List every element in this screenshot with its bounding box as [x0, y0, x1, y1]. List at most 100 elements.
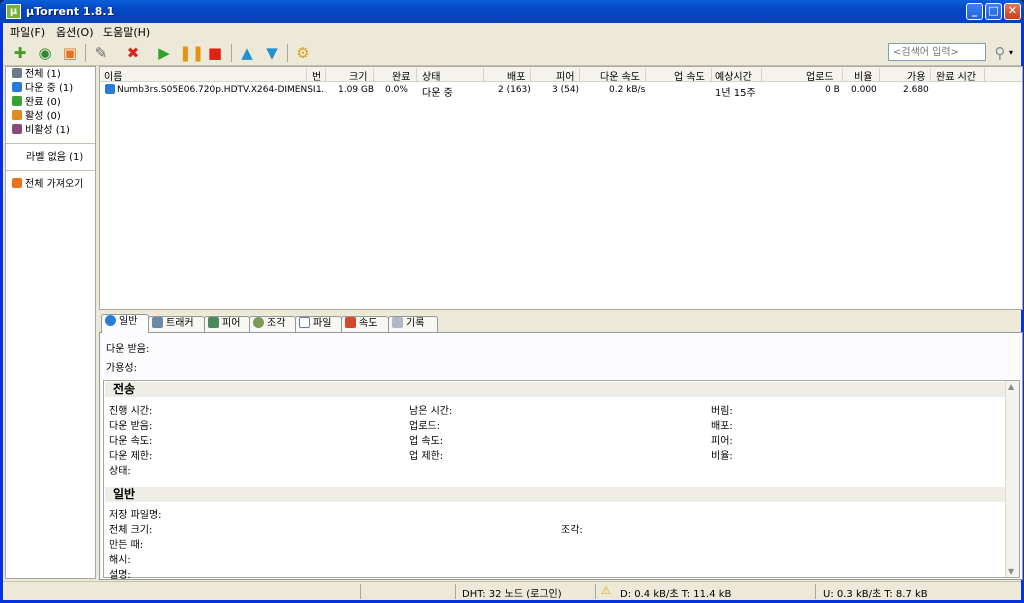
all-icon [12, 68, 22, 78]
toolbar: ✚ ◉ ▣ ✎ ✖ ▶ ❚❚ ■ ▲ ▼ ⚙ ⚲ ▾ [3, 40, 1021, 66]
minimize-button[interactable]: _ [966, 3, 983, 20]
row-num: 1 [316, 85, 322, 95]
col-uploaded[interactable]: 업로드 [806, 68, 834, 83]
row-peers: 3 (54) [552, 85, 580, 95]
inactive-icon [12, 124, 22, 134]
move-up-icon[interactable]: ▲ [236, 42, 258, 64]
preferences-icon[interactable]: ⚙ [292, 42, 314, 64]
rss-icon[interactable]: ▣ [59, 42, 81, 64]
row-done: 0.0% [385, 85, 408, 95]
downloading-icon [12, 82, 22, 92]
window-title: µTorrent 1.8.1 [26, 5, 115, 18]
info-scrollbar[interactable]: ▲ ▼ [1005, 381, 1019, 577]
menu-help[interactable]: 도움말(H) [103, 24, 150, 40]
tab-general[interactable]: 일반 [101, 314, 149, 333]
total-size-label: 전체 크기: [109, 525, 153, 536]
status-label: 상태: [109, 466, 131, 477]
col-peers[interactable]: 피어 [556, 68, 574, 83]
availability-label: 가용성: [106, 363, 137, 374]
remove-icon[interactable]: ✖ [122, 42, 144, 64]
main-window: µ µTorrent 1.8.1 _ □ ✕ 파일(F) 옵션(O) 도움말(H… [0, 0, 1024, 603]
sidebar-item-feeds[interactable]: 전체 가져오기 [12, 178, 83, 192]
general-panel: 다운 받음: 가용성: 전송 진행 시간: 다운 받음: 다운 속도: 다운 제… [99, 332, 1023, 581]
tab-peers[interactable]: 피어 [204, 316, 250, 332]
down-limit-label: 다운 제한: [109, 451, 153, 462]
download-status: D: 0.4 kB/초 T: 11.4 kB [620, 589, 732, 600]
sidebar-item-downloading[interactable]: 다운 중 (1) [12, 82, 73, 96]
col-eta[interactable]: 예상시간 [715, 68, 752, 83]
search-input[interactable] [888, 43, 986, 61]
col-status[interactable]: 상태 [422, 68, 440, 83]
utorrent-icon: µ [6, 4, 21, 19]
tab-logger[interactable]: 기록 [388, 316, 438, 332]
completed-icon [12, 96, 22, 106]
detail-tabs: 일반 트래커 피어 조각 파일 속도 기록 [99, 314, 1023, 333]
uploaded-label: 업로드: [409, 421, 440, 432]
create-torrent-icon[interactable]: ✎ [90, 42, 112, 64]
pieces-icon [253, 317, 264, 328]
info-icon [105, 315, 116, 326]
close-button[interactable]: ✕ [1004, 3, 1021, 20]
torrent-list: 이름 번 크기 완료 상태 배포 피어 다운 속도 업 속도 예상시간 업로드 … [99, 66, 1023, 310]
row-availability: 2.680 [903, 85, 929, 95]
scroll-up-icon[interactable]: ▲ [1008, 382, 1014, 391]
col-ratio[interactable]: 비율 [854, 68, 872, 83]
general-section-title: 일반 [105, 487, 1005, 502]
logger-icon [392, 317, 403, 328]
col-availability[interactable]: 가용 [907, 68, 925, 83]
scroll-down-icon[interactable]: ▼ [1008, 567, 1014, 576]
col-name[interactable]: 이름 [104, 68, 122, 83]
row-name: Numb3rs.S05E06.720p.HDTV.X264-DIMENSI... [117, 85, 325, 95]
torrent-list-header: 이름 번 크기 완료 상태 배포 피어 다운 속도 업 속도 예상시간 업로드 … [100, 67, 1022, 83]
sidebar-item-no-label[interactable]: 라벨 없음 (1) [26, 151, 83, 165]
info-box: 전송 진행 시간: 다운 받음: 다운 속도: 다운 제한: 상태: 남은 시간… [103, 380, 1020, 581]
tab-pieces[interactable]: 조각 [249, 316, 296, 332]
pause-icon[interactable]: ❚❚ [179, 42, 204, 64]
row-status: 다운 중 [422, 88, 453, 99]
add-url-icon[interactable]: ◉ [34, 42, 56, 64]
col-num[interactable]: 번 [312, 68, 321, 83]
sidebar-item-active[interactable]: 활성 (0) [12, 110, 61, 124]
downloaded-size-label: 다운 받음: [109, 421, 153, 432]
warning-icon[interactable]: ⚠ [601, 584, 611, 597]
speed-icon [345, 317, 356, 328]
menu-file[interactable]: 파일(F) [10, 24, 45, 40]
remaining-label: 남은 시간: [409, 406, 453, 417]
category-sidebar: 전체 (1) 다운 중 (1) 완료 (0) 활성 (0) 비활성 (1) 라벨… [5, 66, 96, 579]
col-completed-on[interactable]: 완료 시간 [936, 68, 976, 83]
col-size[interactable]: 크기 [349, 68, 367, 83]
col-up-speed[interactable]: 업 속도 [674, 68, 705, 83]
menu-bar: 파일(F) 옵션(O) 도움말(H) [3, 23, 1021, 39]
title-bar[interactable]: µ µTorrent 1.8.1 _ □ ✕ [0, 0, 1024, 23]
row-ratio: 0.000 [851, 85, 877, 95]
col-down-speed[interactable]: 다운 속도 [600, 68, 640, 83]
sidebar-item-inactive[interactable]: 비활성 (1) [12, 124, 70, 138]
created-on-label: 만든 때: [109, 540, 144, 551]
menu-options[interactable]: 옵션(O) [56, 24, 93, 40]
active-icon [12, 110, 22, 120]
add-torrent-icon[interactable]: ✚ [9, 42, 31, 64]
peers-label: 피어: [711, 436, 733, 447]
hash-label: 해시: [109, 555, 131, 566]
save-as-label: 저장 파일명: [109, 510, 162, 521]
wasted-label: 버림: [711, 406, 733, 417]
tab-speed[interactable]: 속도 [341, 316, 389, 332]
tab-trackers[interactable]: 트래커 [148, 316, 205, 332]
stop-icon[interactable]: ■ [204, 42, 226, 64]
peers-icon [208, 317, 219, 328]
col-done[interactable]: 완료 [392, 68, 410, 83]
tracker-icon [152, 317, 163, 328]
tab-files[interactable]: 파일 [295, 316, 342, 332]
files-icon [299, 317, 310, 328]
maximize-button[interactable]: □ [985, 3, 1002, 20]
move-down-icon[interactable]: ▼ [261, 42, 283, 64]
row-seeds: 2 (163) [498, 85, 531, 95]
transfer-section-title: 전송 [105, 382, 1005, 397]
row-eta: 1년 15주 [715, 88, 756, 99]
start-icon[interactable]: ▶ [153, 42, 175, 64]
sidebar-item-all[interactable]: 전체 (1) [12, 68, 61, 82]
pieces-label: 조각: [561, 525, 583, 536]
sidebar-item-completed[interactable]: 완료 (0) [12, 96, 61, 110]
col-seeds[interactable]: 배포 [507, 68, 525, 83]
search-dropdown-icon[interactable]: ▾ [1006, 42, 1016, 64]
